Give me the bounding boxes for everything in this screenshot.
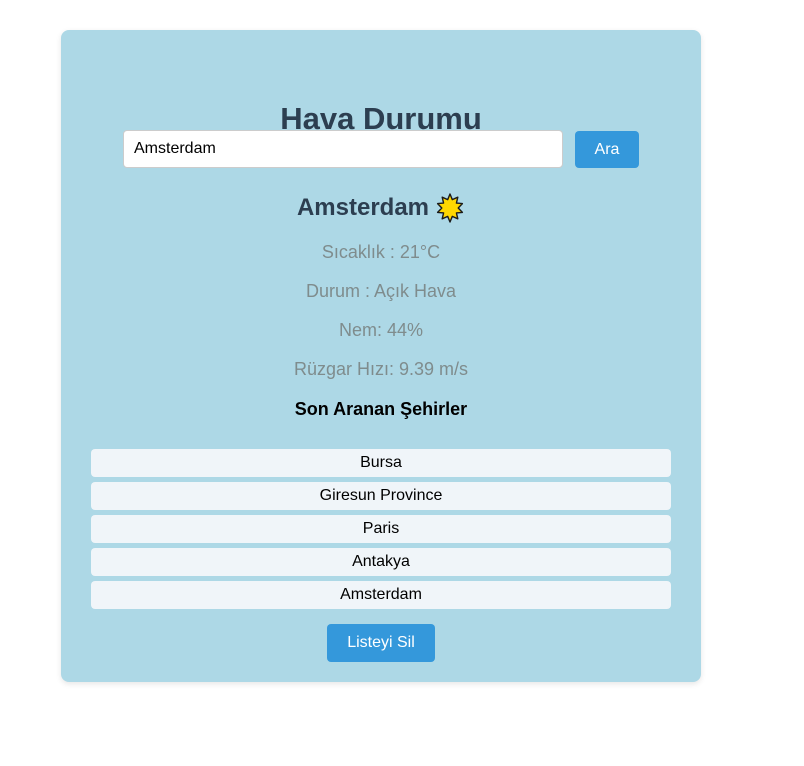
clear-list-button[interactable]: Listeyi Sil <box>327 624 435 662</box>
recent-city-item[interactable]: Amsterdam <box>91 581 671 609</box>
sun-icon <box>436 193 464 223</box>
city-heading: Amsterdam <box>61 193 701 225</box>
recent-city-item[interactable]: Bursa <box>91 449 671 477</box>
condition-text: Durum : Açık Hava <box>305 281 457 301</box>
weather-card: Hava Durumu Ara Amsterdam Sıcaklık : 21°… <box>61 30 701 682</box>
search-button[interactable]: Ara <box>575 131 639 168</box>
city-name: Amsterdam <box>296 194 430 221</box>
recent-cities-list: Bursa Giresun Province Paris Antakya Ams… <box>91 449 671 614</box>
recent-cities-title: Son Aranan Şehirler <box>294 399 468 419</box>
recent-city-item[interactable]: Paris <box>91 515 671 543</box>
city-search-input[interactable] <box>123 130 563 168</box>
wind-speed-text: Rüzgar Hızı: 9.39 m/s <box>293 359 469 379</box>
recent-city-item[interactable]: Antakya <box>91 548 671 576</box>
recent-city-item[interactable]: Giresun Province <box>91 482 671 510</box>
humidity-text: Nem: 44% <box>338 320 424 340</box>
temperature-text: Sıcaklık : 21°C <box>321 242 441 262</box>
